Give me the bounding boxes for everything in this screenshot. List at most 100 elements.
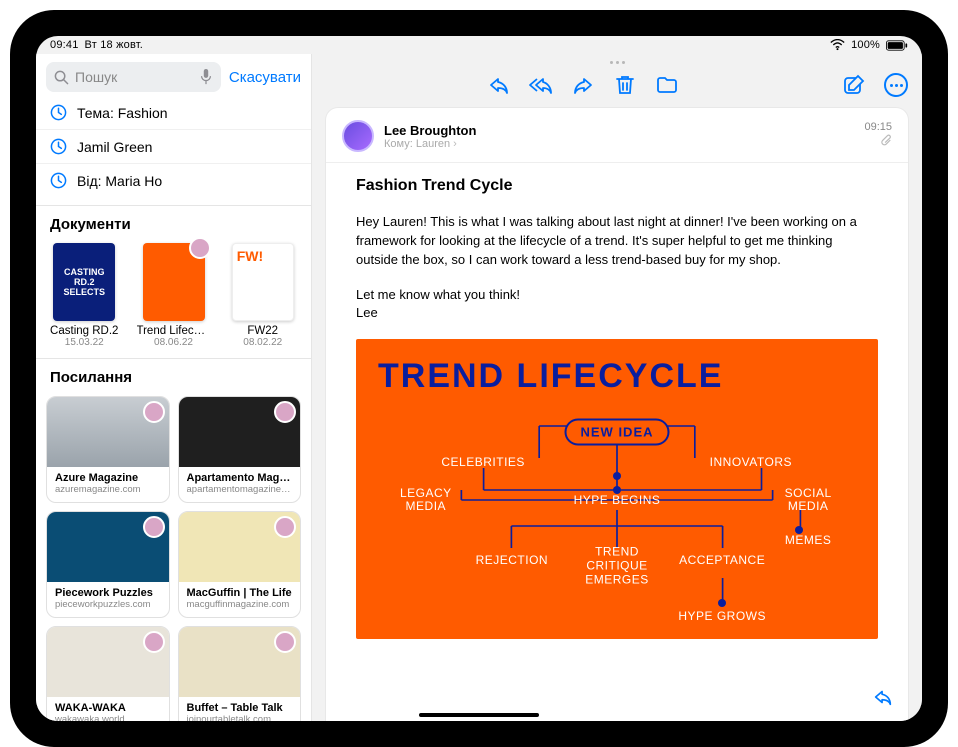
mic-icon[interactable] (199, 69, 213, 85)
document-thumbnail: CASTING RD.2 SELECTS (53, 243, 115, 321)
document-item[interactable]: Trend Lifecycle 08.06.22 (137, 243, 211, 348)
recipient-line[interactable]: Кому: Lauren › (384, 138, 854, 150)
attachment-icon (864, 133, 892, 151)
recent-label: Тема: Fashion (77, 105, 168, 121)
link-item[interactable]: Buffet – Table Talkjoinourtabletalk.com (178, 626, 302, 721)
diagram-node: LEGACYMEDIA (400, 487, 452, 513)
link-title: Buffet – Table Talk (187, 702, 293, 714)
search-icon (54, 70, 69, 85)
avatar (143, 631, 165, 653)
more-button[interactable] (884, 73, 908, 97)
move-button[interactable] (655, 73, 679, 97)
link-thumbnail (47, 397, 169, 467)
avatar (274, 516, 296, 538)
link-domain: joinourtabletalk.com (187, 714, 293, 721)
document-item[interactable]: CASTING RD.2 SELECTS Casting RD.2 15.03.… (48, 243, 121, 348)
recent-icon (50, 104, 67, 121)
status-date: Вт 18 жовт. (85, 39, 144, 51)
document-date: 08.06.22 (137, 337, 211, 348)
link-thumbnail (179, 627, 301, 697)
link-item[interactable]: WAKA-WAKAwakawaka.world (46, 626, 170, 721)
diagram-node: NEW IDEA (565, 419, 670, 446)
link-thumbnail (179, 512, 301, 582)
message-card: Lee Broughton Кому: Lauren › 09:15 Fashi… (326, 108, 908, 721)
links-grid: Azure Magazineazuremagazine.com Apartame… (36, 392, 311, 721)
reply-all-button[interactable] (529, 73, 553, 97)
link-thumbnail (47, 512, 169, 582)
quick-reply-button[interactable] (872, 686, 894, 713)
avatar (274, 631, 296, 653)
link-domain: wakawaka.world (55, 714, 161, 721)
recent-item[interactable]: Від: Maria Ho (36, 163, 311, 197)
attachment-title: TREND LIFECYCLE (378, 357, 856, 396)
message-time: 09:15 (864, 121, 892, 133)
home-indicator[interactable] (419, 713, 539, 717)
avatar (143, 516, 165, 538)
document-thumbnail: FW! (232, 243, 294, 321)
diagram-node: HYPE BEGINS (574, 493, 661, 507)
forward-button[interactable] (571, 73, 595, 97)
recent-label: Jamil Green (77, 139, 152, 155)
status-time: 09:41 (50, 39, 79, 51)
search-placeholder: Пошук (75, 69, 117, 85)
link-item[interactable]: Piecework Puzzlespieceworkpuzzles.com (46, 511, 170, 618)
link-thumbnail (179, 397, 301, 467)
message-body: Fashion Trend Cycle Hey Lauren! This is … (326, 163, 908, 721)
recent-label: Від: Maria Ho (77, 173, 162, 189)
message-text: Hey Lauren! This is what I was talking a… (356, 213, 878, 270)
document-name: Trend Lifecycle (137, 325, 211, 337)
message-subject: Fashion Trend Cycle (356, 177, 878, 195)
link-domain: macguffinmagazine.com (187, 599, 293, 610)
avatar (189, 237, 211, 259)
diagram-node: CELEBRITIES (441, 455, 525, 469)
sidebar: Пошук Скасувати Тема: Fashion Jamil Gree… (36, 54, 312, 721)
attachment-preview[interactable]: TREND LIFECYCLE (356, 339, 878, 639)
status-bar: 09:41 Вт 18 жовт. 100% (36, 36, 922, 54)
search-input[interactable]: Пошук (46, 62, 221, 92)
link-item[interactable]: MacGuffin | The Lifemacguffinmagazine.co… (178, 511, 302, 618)
link-title: WAKA-WAKA (55, 702, 161, 714)
link-thumbnail (47, 627, 169, 697)
document-date: 15.03.22 (48, 337, 121, 348)
battery-icon (886, 40, 908, 51)
message-text: Let me know what you think!Lee (356, 286, 878, 324)
recent-icon (50, 138, 67, 155)
document-date: 08.02.22 (227, 337, 300, 348)
battery-percent: 100% (851, 39, 880, 51)
diagram-node: SOCIALMEDIA (785, 487, 832, 513)
sender-name[interactable]: Lee Broughton (384, 123, 854, 138)
recent-item[interactable]: Тема: Fashion (36, 96, 311, 129)
multitask-handle-icon[interactable] (312, 54, 922, 68)
link-item[interactable]: Azure Magazineazuremagazine.com (46, 396, 170, 503)
diagram-node: INNOVATORS (710, 455, 792, 469)
link-domain: pieceworkpuzzles.com (55, 599, 161, 610)
document-item[interactable]: FW! FW22 08.02.22 (227, 243, 300, 348)
link-item[interactable]: Apartamento Maga…apartamentomagazine.c… (178, 396, 302, 503)
documents-heading: Документи (36, 205, 311, 239)
diagram-node: REJECTION (476, 553, 549, 567)
new-message-button[interactable] (842, 73, 866, 97)
cancel-button[interactable]: Скасувати (229, 69, 301, 86)
message-header: Lee Broughton Кому: Lauren › 09:15 (326, 108, 908, 163)
link-title: Apartamento Maga… (187, 472, 293, 484)
link-title: Azure Magazine (55, 472, 161, 484)
link-domain: azuremagazine.com (55, 484, 161, 495)
avatar (274, 401, 296, 423)
toolbar (312, 68, 922, 102)
document-name: Casting RD.2 (48, 325, 121, 337)
recent-item[interactable]: Jamil Green (36, 129, 311, 163)
link-title: Piecework Puzzles (55, 587, 161, 599)
wifi-icon (830, 39, 845, 51)
link-title: MacGuffin | The Life (187, 587, 293, 599)
documents-list: CASTING RD.2 SELECTS Casting RD.2 15.03.… (36, 239, 311, 358)
sender-avatar[interactable] (342, 120, 374, 152)
document-thumbnail (143, 243, 205, 321)
trash-button[interactable] (613, 73, 637, 97)
avatar (143, 401, 165, 423)
recent-icon (50, 172, 67, 189)
diagram: NEW IDEA CELEBRITIES INNOVATORS LEGACYME… (378, 418, 856, 639)
document-name: FW22 (227, 325, 300, 337)
diagram-node: MEMES (785, 533, 832, 547)
reply-button[interactable] (487, 73, 511, 97)
links-heading: Посилання (36, 358, 311, 392)
